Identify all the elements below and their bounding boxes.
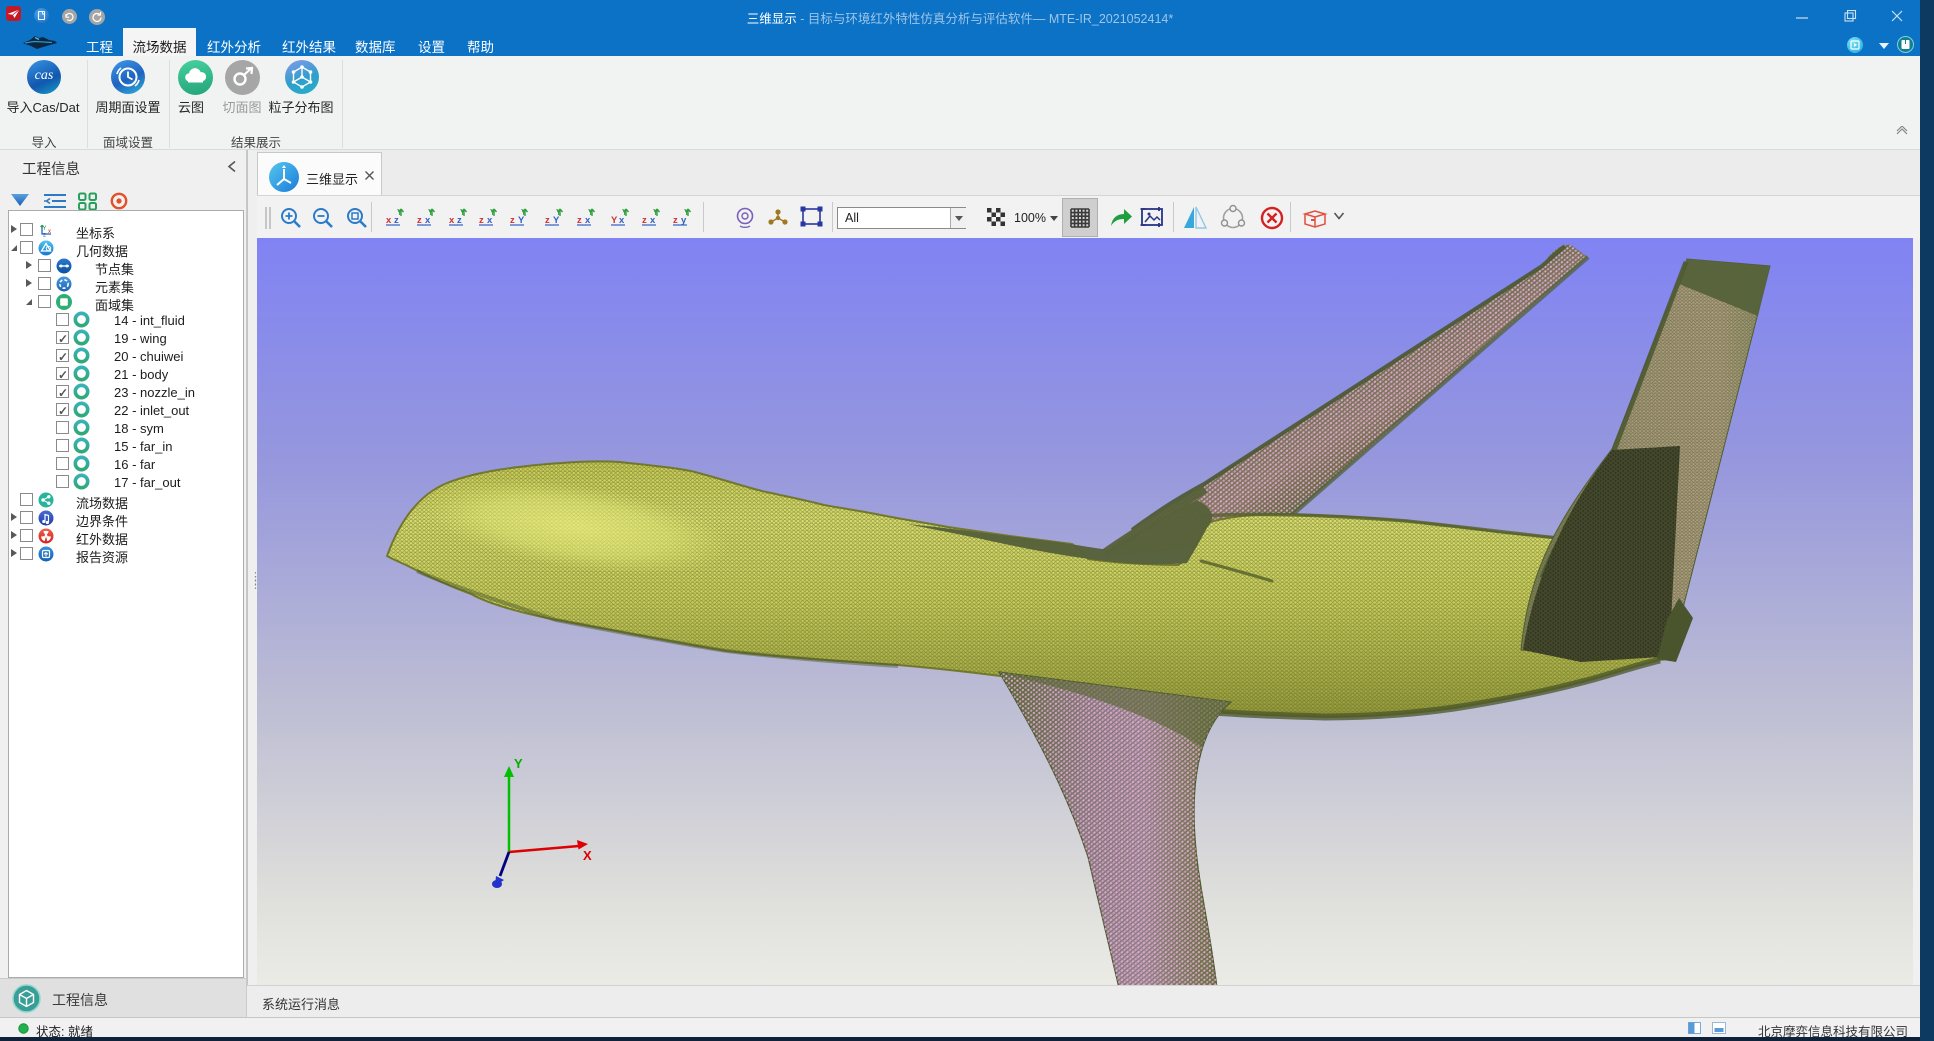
svg-text:z: z: [417, 215, 422, 226]
svg-text:Y: Y: [588, 208, 594, 217]
svg-text:z: z: [545, 215, 550, 226]
svg-text:x: x: [48, 229, 51, 235]
svg-text:z: z: [577, 215, 582, 226]
svg-text:Y: Y: [490, 208, 496, 217]
svg-text:x: x: [449, 215, 455, 226]
svg-text:z: z: [43, 233, 46, 239]
svg-text:Y: Y: [397, 208, 403, 217]
svg-text:z: z: [673, 215, 678, 226]
svg-text:z: z: [479, 215, 484, 226]
svg-text:x: x: [386, 215, 392, 226]
svg-text:z: z: [510, 215, 515, 226]
svg-text:Y: Y: [514, 756, 523, 771]
svg-text:Y: Y: [556, 208, 562, 217]
svg-text:Y: Y: [622, 208, 628, 217]
svg-text:Y: Y: [460, 208, 466, 217]
svg-text:Y: Y: [653, 208, 659, 217]
svg-text:X: X: [583, 848, 592, 863]
svg-text:Y: Y: [684, 208, 690, 217]
svg-text:Y: Y: [611, 215, 618, 226]
svg-text:z: z: [642, 215, 647, 226]
svg-text:Y: Y: [428, 208, 434, 217]
svg-text:Y: Y: [521, 208, 527, 217]
